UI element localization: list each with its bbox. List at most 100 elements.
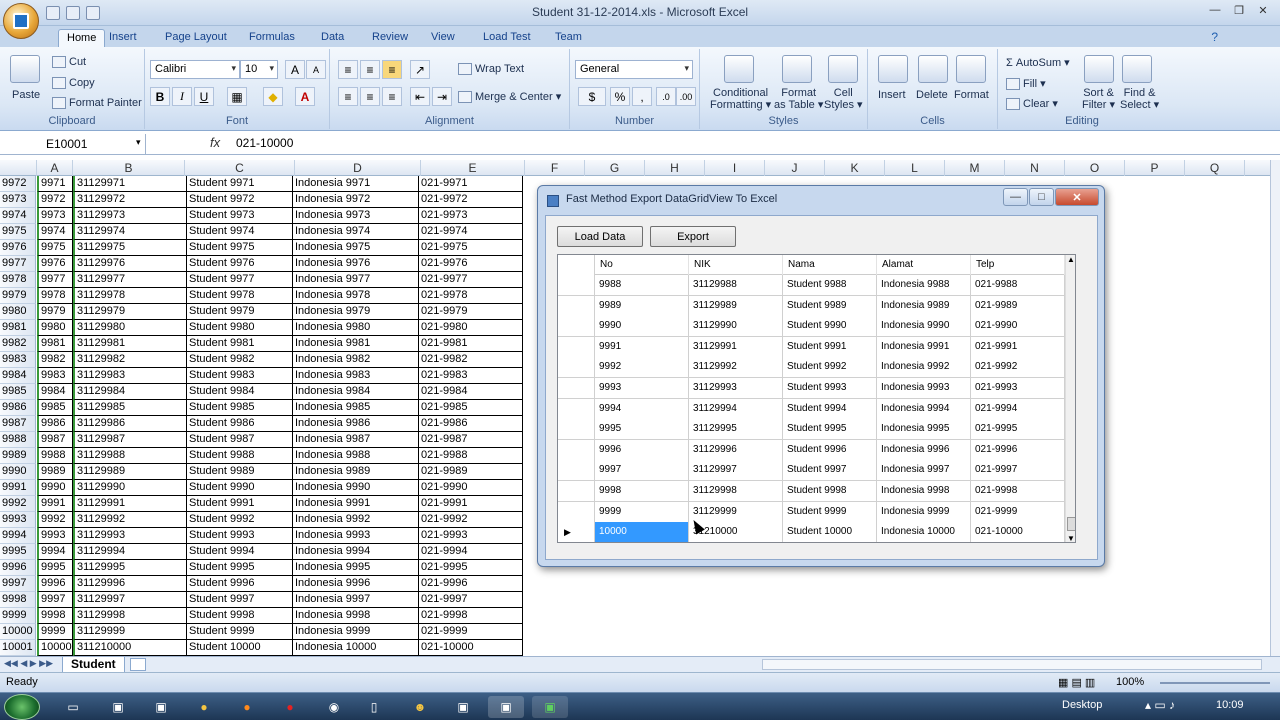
sheet-cell[interactable]: 31129978: [73, 288, 187, 304]
grid-cell[interactable]: Indonesia 9995: [877, 419, 971, 440]
column-header-d[interactable]: D: [295, 160, 421, 176]
grid-cell[interactable]: 021-9995: [971, 419, 1065, 440]
sheet-cell[interactable]: 9987: [37, 432, 73, 448]
grid-cell[interactable]: Indonesia 9991: [877, 336, 971, 357]
grid-cell[interactable]: 31129997: [689, 460, 783, 481]
select-all-corner[interactable]: [0, 160, 37, 176]
grid-cell[interactable]: 9998: [595, 481, 689, 501]
row-header[interactable]: 9992: [0, 496, 36, 512]
format-painter-button[interactable]: Format Painter: [52, 97, 142, 110]
insert-cells-button[interactable]: Insert: [878, 89, 906, 101]
sheet-cell[interactable]: 31129983: [73, 368, 187, 384]
sheet-cell[interactable]: 31129975: [73, 240, 187, 256]
sheet-cell[interactable]: 9994: [37, 544, 73, 560]
borders-icon[interactable]: ▦: [227, 87, 247, 106]
vertical-scrollbar[interactable]: [1270, 160, 1280, 656]
grid-header-alamat[interactable]: Alamat: [877, 255, 971, 275]
font-color-icon[interactable]: A: [295, 87, 315, 106]
sheet-cell[interactable]: 021-9978: [419, 288, 523, 304]
sheet-cell[interactable]: 021-9993: [419, 528, 523, 544]
name-box-dropdown-icon[interactable]: ▾: [136, 137, 141, 148]
sheet-cell[interactable]: Indonesia 9992: [293, 512, 419, 528]
sheet-cell[interactable]: 9973: [37, 208, 73, 224]
sheet-cell[interactable]: 31129971: [73, 176, 187, 192]
sheet-cell[interactable]: 021-9983: [419, 368, 523, 384]
row-header[interactable]: 9975: [0, 224, 36, 240]
sheet-cell[interactable]: Student 9976: [187, 256, 293, 272]
row-header[interactable]: 9997: [0, 576, 36, 592]
restore-icon[interactable]: ❐: [1228, 2, 1250, 18]
increase-decimal-icon[interactable]: .0: [656, 87, 676, 106]
tab-data[interactable]: Data: [313, 29, 352, 48]
grid-cell[interactable]: Student 9998: [783, 481, 877, 501]
clear-button[interactable]: Clear ▾: [1006, 97, 1058, 111]
italic-button[interactable]: I: [172, 87, 192, 106]
grid-cell[interactable]: Student 9993: [783, 378, 877, 398]
grid-cell[interactable]: 31129994: [689, 398, 783, 419]
column-header-p[interactable]: P: [1125, 160, 1185, 176]
sheet-cell[interactable]: 31129979: [73, 304, 187, 320]
row-header[interactable]: 9989: [0, 448, 36, 464]
sheet-cell[interactable]: 9996: [37, 576, 73, 592]
sheet-cell[interactable]: 9990: [37, 480, 73, 496]
row-header[interactable]: 9979: [0, 288, 36, 304]
sheet-cell[interactable]: 021-9972: [419, 192, 523, 208]
sheet-cell[interactable]: 9984: [37, 384, 73, 400]
sheet-cell[interactable]: 31129981: [73, 336, 187, 352]
grid-cell[interactable]: 9992: [595, 357, 689, 378]
row-header[interactable]: 9995: [0, 544, 36, 560]
sheet-cell[interactable]: Indonesia 9974: [293, 224, 419, 240]
notepad-icon[interactable]: ▯: [356, 696, 392, 718]
smiley-icon[interactable]: ☻: [402, 696, 438, 718]
row-header[interactable]: 9987: [0, 416, 36, 432]
grid-cell[interactable]: Student 9997: [783, 460, 877, 481]
grid-cell[interactable]: Indonesia 9998: [877, 481, 971, 501]
align-bottom-icon[interactable]: ≡: [382, 60, 402, 79]
paste-icon[interactable]: [10, 55, 40, 83]
grid-cell[interactable]: 9989: [595, 295, 689, 316]
sheet-cell[interactable]: 31129987: [73, 432, 187, 448]
column-header-k[interactable]: K: [825, 160, 885, 176]
autosum-button[interactable]: Σ AutoSum ▾: [1006, 56, 1070, 69]
grid-cell[interactable]: 021-9996: [971, 439, 1065, 460]
formula-input[interactable]: 021-10000: [236, 136, 293, 150]
grid-cell[interactable]: Student 9992: [783, 357, 877, 378]
grid-cell[interactable]: Indonesia 10000: [877, 522, 971, 542]
sheet-cell[interactable]: Student 9996: [187, 576, 293, 592]
number-format-select[interactable]: General: [575, 60, 693, 79]
sheet-cell[interactable]: 9991: [37, 496, 73, 512]
grid-cell[interactable]: 021-9988: [971, 275, 1065, 295]
sheet-cell[interactable]: Indonesia 9973: [293, 208, 419, 224]
sheet-cell[interactable]: Indonesia 9997: [293, 592, 419, 608]
insert-cells-icon[interactable]: [878, 55, 908, 83]
sheet-cell[interactable]: 021-9994: [419, 544, 523, 560]
row-header[interactable]: 9998: [0, 592, 36, 608]
sheet-cell[interactable]: Indonesia 9976: [293, 256, 419, 272]
sheet-tab-student[interactable]: Student: [62, 657, 125, 673]
sheet-cell[interactable]: 021-9989: [419, 464, 523, 480]
tab-team[interactable]: Team: [547, 29, 590, 48]
decrease-decimal-icon[interactable]: .00: [676, 87, 696, 106]
grid-cell[interactable]: 31129993: [689, 378, 783, 398]
column-header-f[interactable]: F: [525, 160, 585, 176]
grid-row-header[interactable]: ▶: [558, 522, 595, 542]
sheet-cell[interactable]: 021-9977: [419, 272, 523, 288]
cut-button[interactable]: Cut: [52, 56, 86, 69]
cell-styles-button[interactable]: Cell Styles ▾: [824, 87, 863, 111]
grid-cell[interactable]: 021-9998: [971, 481, 1065, 501]
grid-row-header[interactable]: [558, 460, 595, 481]
grid-cell[interactable]: Student 9989: [783, 295, 877, 316]
sheet-cell[interactable]: 9993: [37, 528, 73, 544]
row-header[interactable]: 9991: [0, 480, 36, 496]
row-header[interactable]: 9977: [0, 256, 36, 272]
explorer-icon[interactable]: ▭: [55, 696, 91, 718]
sheet-cell[interactable]: Student 9987: [187, 432, 293, 448]
winforms-app-icon[interactable]: ▣: [488, 696, 524, 718]
grid-cell[interactable]: 021-9990: [971, 316, 1065, 337]
grid-row[interactable]: 9989 31129989 Student 9989 Indonesia 9989 02…: [558, 295, 1065, 317]
align-top-icon[interactable]: ≡: [338, 60, 358, 79]
grid-cell[interactable]: Student 9990: [783, 316, 877, 337]
sheet-cell[interactable]: Student 9994: [187, 544, 293, 560]
grid-row[interactable]: 9995 31129995 Student 9995 Indonesia 9995 02…: [558, 419, 1065, 441]
grid-cell[interactable]: 31210000: [689, 522, 783, 542]
